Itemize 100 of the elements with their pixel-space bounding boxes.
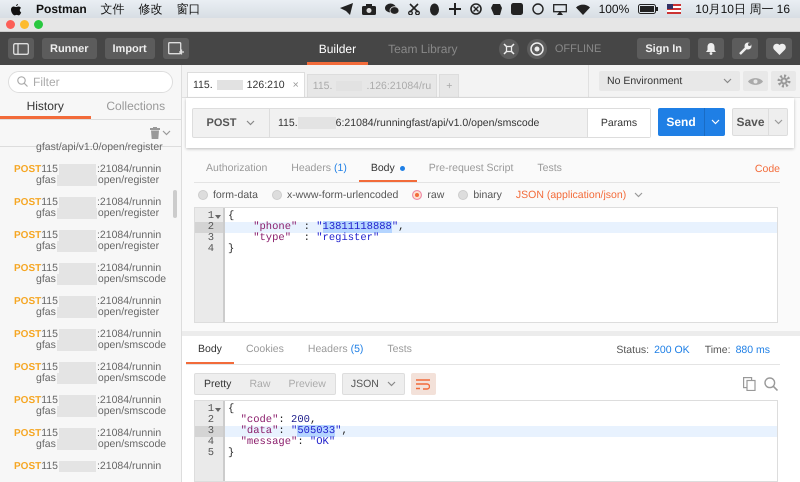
- caret-icon: [774, 119, 782, 125]
- view-mode-button[interactable]: Pretty: [195, 374, 240, 394]
- history-item[interactable]: POST115 :21084/runnin gfas open/register: [0, 230, 181, 252]
- bell-icon: [705, 42, 717, 55]
- trash-icon[interactable]: [150, 127, 160, 139]
- circle-x-icon[interactable]: [470, 3, 482, 15]
- code-line: "code": 200,: [240, 415, 318, 426]
- battery-percent: 100%: [598, 2, 630, 16]
- time-value: 880 ms: [736, 344, 770, 356]
- battery-icon[interactable]: [638, 4, 658, 14]
- request-section-tab[interactable]: Authorization: [194, 156, 280, 182]
- history-item[interactable]: gfast/api/v1.0/open/register: [0, 142, 181, 153]
- settings-button[interactable]: [732, 38, 758, 59]
- status-label: Status:: [616, 344, 650, 356]
- code-line: }: [227, 448, 236, 459]
- body-mode-radio[interactable]: x-www-form-urlencoded: [272, 189, 398, 201]
- save-button[interactable]: Save: [732, 108, 788, 136]
- menu-item[interactable]: 文件: [100, 0, 125, 18]
- fold-icon[interactable]: [215, 214, 221, 218]
- app-menu[interactable]: Postman: [36, 2, 87, 16]
- history-item[interactable]: POST115 :21084/runnin gfas open/smscode: [0, 263, 181, 285]
- clock[interactable]: 10月10日 周一 16: [695, 0, 790, 18]
- request-section-tab[interactable]: Body: [358, 156, 417, 182]
- history-item[interactable]: POST115 :21084/runnin gfas open/register: [0, 164, 181, 186]
- response-tab[interactable]: Headers (5): [296, 336, 376, 364]
- caret-icon: [710, 119, 720, 125]
- history-item[interactable]: POST115 :21084/runnin gfas open/register: [0, 197, 181, 219]
- code-editor[interactable]: 1 2 3 4 5 { "code": 200, "data": "505033", "message": "OK" }: [194, 400, 778, 482]
- format-dropdown[interactable]: JSON: [342, 373, 405, 395]
- history-item[interactable]: POST115 :21084/runnin gfas open/smscode: [0, 329, 181, 351]
- notifications-button[interactable]: [698, 38, 724, 59]
- new-window-icon: [168, 42, 184, 56]
- code-editor[interactable]: 1 2 3 4 { "phone" : "13811118888", "type" : "register" }: [194, 207, 778, 323]
- response-tab[interactable]: Cookies: [234, 336, 296, 364]
- history-item[interactable]: POST115 :21084/runnin: [0, 461, 181, 472]
- body-mode-radio[interactable]: form-data: [198, 189, 258, 201]
- settings-icon: [776, 74, 790, 88]
- screen-mirror-icon[interactable]: [552, 4, 567, 14]
- code-line: {: [227, 211, 236, 222]
- line-number: 1: [195, 211, 223, 222]
- sidebar-toggle-button[interactable]: [8, 38, 34, 59]
- bubble-icon[interactable]: [532, 3, 544, 15]
- line-number: 3: [195, 426, 223, 437]
- filter-field[interactable]: Filter: [8, 71, 173, 93]
- fold-icon[interactable]: [215, 408, 221, 412]
- request-section-tab[interactable]: Headers (1): [279, 156, 359, 182]
- body-mode-radio[interactable]: raw: [412, 189, 444, 201]
- flag-icon[interactable]: [667, 4, 682, 14]
- line-number: 2: [195, 222, 223, 233]
- wrap-lines-button[interactable]: [410, 373, 436, 395]
- camera-icon[interactable]: [362, 4, 376, 14]
- apple-icon[interactable]: [10, 2, 22, 16]
- sidebar-icon: [13, 42, 29, 54]
- time-label: Time:: [704, 344, 731, 356]
- sign-in-button[interactable]: Sign In: [637, 38, 690, 59]
- request-section-tab[interactable]: Tests: [525, 156, 574, 182]
- paper-plane-icon[interactable]: [340, 3, 353, 15]
- new-window-button[interactable]: [162, 38, 189, 59]
- sidebar-tab[interactable]: History: [0, 95, 90, 119]
- send-button[interactable]: Send: [658, 108, 725, 136]
- request-section-tab[interactable]: Pre-request Script: [416, 156, 526, 182]
- line-number: 5: [206, 448, 215, 459]
- wifi-icon[interactable]: [576, 4, 590, 14]
- heart-icon: [772, 42, 786, 54]
- response-tab[interactable]: Tests: [375, 336, 424, 364]
- wrap-lines-icon: [416, 378, 430, 390]
- request-tab[interactable]: 115. 126:210 ×: [187, 72, 305, 97]
- scissors-icon[interactable]: [408, 3, 420, 15]
- status-value: 200 OK: [654, 344, 690, 356]
- interceptor-icon[interactable]: [498, 38, 519, 58]
- sync-status: OFFLINE: [554, 42, 602, 54]
- line-number: 1: [195, 404, 223, 415]
- favorite-button[interactable]: [766, 38, 792, 59]
- wrench-icon: [738, 42, 752, 55]
- eye-icon: [748, 76, 763, 86]
- sync-icon[interactable]: [526, 38, 547, 58]
- environment-dropdown[interactable]: No Environment: [599, 71, 740, 91]
- caret-icon: [723, 78, 732, 84]
- copy-icon[interactable]: [743, 377, 756, 391]
- chat-icon[interactable]: [384, 3, 399, 15]
- code-line: {: [227, 404, 236, 415]
- toolbar-button[interactable]: Import: [104, 38, 155, 59]
- search-icon[interactable]: [764, 377, 778, 391]
- code-line: }: [227, 244, 236, 255]
- code-link[interactable]: Code: [754, 163, 780, 175]
- history-item[interactable]: POST115 :21084/runnin gfas open/smscode: [0, 428, 181, 450]
- history-item[interactable]: POST115 :21084/runnin gfas open/register: [0, 296, 181, 318]
- caret-icon: [634, 192, 644, 198]
- history-item[interactable]: POST115 :21084/runnin gfas open/smscode: [0, 362, 181, 384]
- response-tab[interactable]: Body: [186, 336, 234, 364]
- menu-item[interactable]: 窗口: [176, 0, 201, 18]
- content-type-dropdown[interactable]: JSON (application/json): [516, 189, 644, 201]
- code-line: "type" : "register": [252, 233, 380, 244]
- menu-item[interactable]: 修改: [138, 0, 163, 18]
- scrollbar[interactable]: [173, 190, 177, 218]
- history-item[interactable]: POST115 :21084/runnin gfas open/smscode: [0, 395, 181, 417]
- line-number: 4: [206, 437, 215, 448]
- body-mode-radio[interactable]: binary: [458, 189, 502, 201]
- caret-icon: [386, 381, 396, 387]
- toolbar-button[interactable]: Runner: [42, 38, 96, 59]
